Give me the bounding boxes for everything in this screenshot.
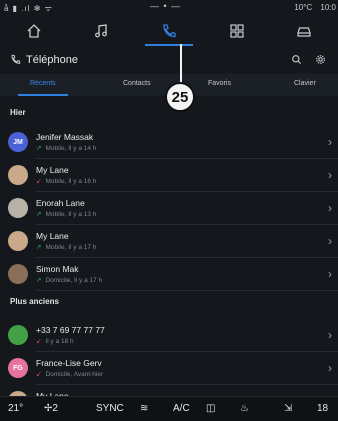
phone-icon xyxy=(163,24,176,38)
tab-phone[interactable] xyxy=(135,16,203,46)
active-tab-indicator xyxy=(18,94,68,96)
call-row[interactable]: My Lane ↗ Mobile, Il y a 17 h › xyxy=(0,225,338,258)
fan-speed: 2 xyxy=(52,403,58,414)
avatar: FG xyxy=(8,358,28,378)
outgoing-call-icon: ↗ xyxy=(36,211,42,218)
home-icon xyxy=(27,24,41,38)
row-divider xyxy=(36,290,338,291)
tab-apps[interactable] xyxy=(203,16,271,46)
phone-icon xyxy=(11,54,21,64)
tab-music[interactable] xyxy=(68,16,136,46)
fan-control[interactable]: ✢2 xyxy=(44,403,58,414)
call-row[interactable]: Simon Mak ↗ Domicile, Il y a 17 h › xyxy=(0,258,338,291)
avatar: JM xyxy=(8,132,28,152)
contact-name: My Lane xyxy=(36,231,69,241)
driver-temperature[interactable]: 21° xyxy=(8,403,23,414)
contact-name: Simon Mak xyxy=(36,264,79,274)
avatar xyxy=(8,165,28,185)
callout-number: 25 xyxy=(165,82,195,112)
top-navigation xyxy=(0,16,338,46)
chevron-right-icon[interactable]: › xyxy=(328,135,332,149)
contact-name: France-Lise Gerv xyxy=(36,358,102,368)
car-icon xyxy=(297,27,311,37)
call-subtitle: Mobile, Il y a 16 h xyxy=(45,178,97,185)
gear-icon[interactable] xyxy=(315,54,326,65)
call-details: ↗ Mobile, Il y a 14 h xyxy=(36,144,96,152)
tab-contacts[interactable]: Contacts xyxy=(123,80,151,87)
call-subtitle: Domicile, Il y a 17 h xyxy=(45,277,103,284)
call-row[interactable]: JM Jenifer Massak ↗ Mobile, Il y a 14 h › xyxy=(0,126,338,159)
app-header: Téléphone xyxy=(0,50,338,72)
call-details: ↙ Mobile, Il y a 16 h xyxy=(36,177,96,185)
tab-recents[interactable]: Récents xyxy=(30,80,56,87)
call-details: ↙ Il y a 18 h xyxy=(36,337,74,345)
call-details: ↙ Domicile, Avant-hier xyxy=(36,370,103,378)
contact-name: Enorah Lane xyxy=(36,198,85,208)
call-row[interactable]: Enorah Lane ↗ Mobile, Il y a 13 h › xyxy=(0,192,338,225)
contact-name: +33 7 69 77 77 77 xyxy=(36,325,105,335)
outgoing-call-icon: ↗ xyxy=(36,277,42,284)
ac-button[interactable]: A/C xyxy=(173,403,190,414)
page-title: Téléphone xyxy=(26,54,78,66)
chevron-right-icon[interactable]: › xyxy=(328,168,332,182)
call-subtitle: Mobile, Il y a 14 h xyxy=(45,145,97,152)
sync-button[interactable]: SYNC xyxy=(96,403,124,414)
search-icon[interactable] xyxy=(291,54,302,65)
call-subtitle: Domicile, Avant-hier xyxy=(45,371,104,378)
call-subtitle: Mobile, Il y a 13 h xyxy=(45,211,97,218)
avatar xyxy=(8,198,28,218)
chevron-right-icon[interactable]: › xyxy=(328,234,332,248)
missed-call-icon: ↙ xyxy=(36,178,42,185)
missed-call-icon: ↙ xyxy=(36,371,42,378)
section-plus-anciens: Plus anciens xyxy=(10,297,59,306)
avatar xyxy=(8,325,28,345)
chevron-right-icon[interactable]: › xyxy=(328,201,332,215)
music-icon xyxy=(95,24,108,38)
tab-favoris[interactable]: Favoris xyxy=(208,80,231,87)
windshield-defrost-icon[interactable]: ◫ xyxy=(206,403,215,414)
contact-name: Jenifer Massak xyxy=(36,132,94,142)
call-details: ↗ Mobile, Il y a 17 h xyxy=(36,243,96,251)
seat-heat-icon[interactable]: ♨ xyxy=(240,403,249,414)
outgoing-call-icon: ↗ xyxy=(36,145,42,152)
call-row[interactable]: My Lane ↙ Mobile, Il y a 16 h › xyxy=(0,159,338,192)
chevron-right-icon[interactable]: › xyxy=(328,267,332,281)
tab-clavier[interactable]: Clavier xyxy=(294,80,316,87)
callout-line xyxy=(180,44,182,84)
missed-call-icon: ↙ xyxy=(36,338,42,345)
climate-bar: 21° ✢2 SYNC ≋ A/C ◫ ♨ ⇲ 18 xyxy=(0,396,338,421)
call-row[interactable]: +33 7 69 77 77 77 ↙ Il y a 18 h › xyxy=(0,319,338,352)
airflow-icon[interactable]: ⇲ xyxy=(284,403,292,414)
apps-icon xyxy=(229,24,244,38)
chevron-right-icon[interactable]: › xyxy=(328,361,332,375)
passenger-temperature[interactable]: 18 xyxy=(317,403,328,414)
rear-defrost-icon[interactable]: ≋ xyxy=(140,403,148,414)
avatar xyxy=(8,264,28,284)
tab-car[interactable] xyxy=(270,16,338,46)
avatar xyxy=(8,231,28,251)
tab-home[interactable] xyxy=(0,16,68,46)
status-center: — • — xyxy=(150,1,182,11)
call-subtitle: Mobile, Il y a 17 h xyxy=(45,244,97,251)
clock: 10:0 xyxy=(320,3,336,12)
call-details: ↗ Domicile, Il y a 17 h xyxy=(36,276,102,284)
outside-temperature: 10°C xyxy=(294,3,313,12)
chevron-right-icon[interactable]: › xyxy=(328,328,332,342)
section-hier: Hier xyxy=(10,108,26,117)
status-icons: å ▮ .ıl ✻ ᯤ xyxy=(4,4,53,13)
status-right: 10°C 10:0 xyxy=(288,3,336,12)
contact-name: My Lane xyxy=(36,165,69,175)
call-subtitle: Il y a 18 h xyxy=(45,338,74,345)
call-row[interactable]: FG France-Lise Gerv ↙ Domicile, Avant-hier › xyxy=(0,352,338,385)
call-details: ↗ Mobile, Il y a 13 h xyxy=(36,210,96,218)
status-bar: å ▮ .ıl ✻ ᯤ — • — 10°C 10:0 xyxy=(0,0,338,16)
outgoing-call-icon: ↗ xyxy=(36,244,42,251)
